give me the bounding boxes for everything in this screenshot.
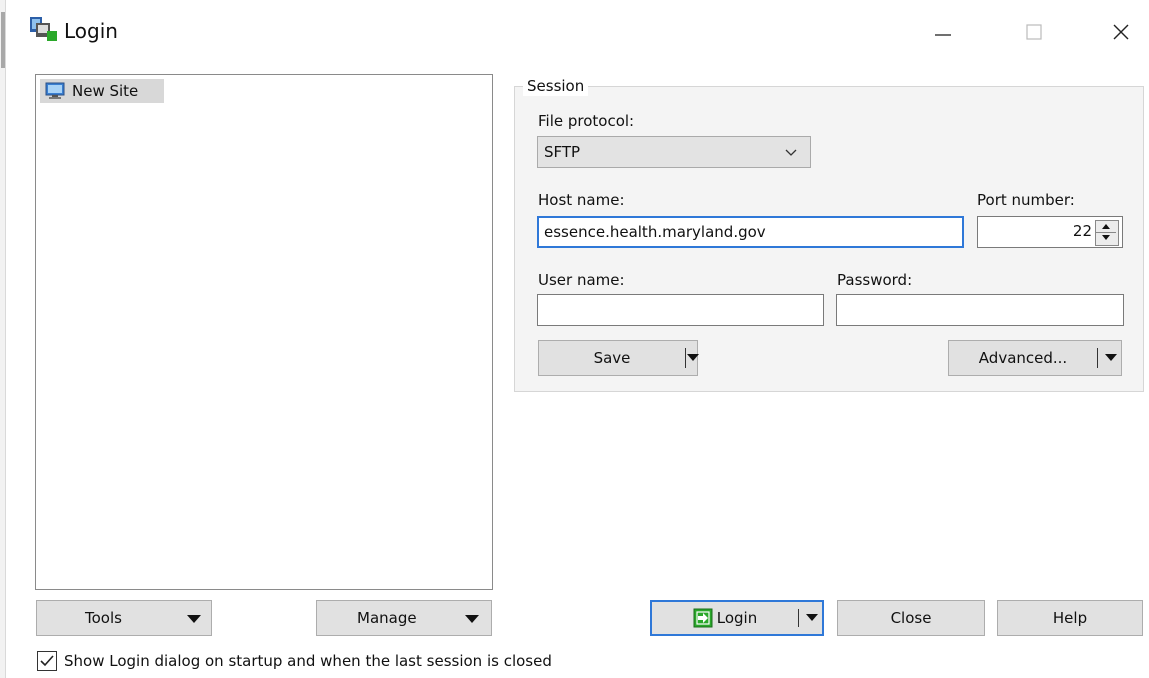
show-login-checkbox[interactable] [37, 651, 57, 671]
port-number-spinner[interactable]: 22 [977, 216, 1123, 248]
maximize-icon [1026, 24, 1042, 40]
close-button-label: Close [890, 609, 932, 627]
file-protocol-select[interactable]: SFTP [537, 136, 811, 168]
triangle-down-icon [686, 354, 699, 361]
triangle-down-icon [1104, 354, 1117, 361]
maximize-button[interactable] [1009, 10, 1059, 54]
user-name-label: User name: [538, 271, 625, 289]
login-button-label: Login [716, 609, 758, 627]
login-dropdown-button[interactable] [799, 602, 824, 634]
show-login-checkbox-label[interactable]: Show Login dialog on startup and when th… [64, 651, 552, 671]
spin-down-button[interactable] [1096, 232, 1116, 243]
close-icon [1113, 24, 1129, 40]
advanced-dropdown-button[interactable] [1098, 341, 1123, 375]
session-group-label: Session [523, 76, 589, 96]
save-button[interactable]: Save [539, 341, 685, 375]
port-number-value: 22 [1072, 222, 1092, 240]
save-split-button[interactable]: Save [538, 340, 699, 376]
advanced-split-button[interactable]: Advanced... [948, 340, 1122, 376]
manage-button[interactable]: Manage [316, 600, 492, 636]
site-tree[interactable]: New Site [35, 74, 493, 590]
triangle-down-icon [465, 615, 479, 623]
port-number-label: Port number: [977, 191, 1075, 209]
minimize-icon [935, 34, 951, 36]
tools-button[interactable]: Tools [36, 600, 212, 636]
left-edge-scroll-thumb[interactable] [1, 12, 5, 68]
host-name-label: Host name: [538, 191, 625, 209]
app-logo-icon [28, 15, 60, 43]
advanced-button[interactable]: Advanced... [949, 341, 1097, 375]
site-item-label: New Site [72, 82, 139, 100]
port-spin-buttons [1095, 220, 1119, 246]
help-button-label: Help [1052, 609, 1088, 627]
triangle-down-icon [1102, 235, 1110, 240]
computer-icon [44, 81, 66, 101]
triangle-up-icon [1102, 224, 1110, 229]
tools-button-label: Tools [85, 609, 122, 627]
save-button-label: Save [593, 349, 631, 367]
left-edge-scrollbar[interactable] [0, 0, 6, 678]
login-split-button[interactable]: Login [650, 600, 824, 636]
checkmark-icon [40, 655, 54, 667]
close-button[interactable]: Close [837, 600, 985, 636]
file-protocol-value: SFTP [544, 143, 581, 161]
triangle-down-icon [187, 615, 201, 623]
host-name-input[interactable] [537, 216, 964, 248]
login-button[interactable]: Login [652, 602, 798, 634]
login-icon [693, 608, 713, 628]
help-button[interactable]: Help [997, 600, 1143, 636]
file-protocol-label: File protocol: [538, 112, 635, 130]
window-title: Login [64, 19, 118, 43]
close-window-button[interactable] [1096, 10, 1146, 54]
password-label: Password: [837, 271, 913, 289]
minimize-button[interactable] [918, 10, 968, 54]
manage-button-label: Manage [357, 609, 417, 627]
user-name-input[interactable] [537, 294, 824, 326]
site-item-new-site[interactable]: New Site [40, 79, 164, 103]
chevron-down-icon [784, 145, 798, 163]
save-dropdown-button[interactable] [686, 341, 699, 375]
advanced-button-label: Advanced... [978, 349, 1068, 367]
triangle-down-icon [805, 614, 818, 621]
password-input[interactable] [836, 294, 1124, 326]
